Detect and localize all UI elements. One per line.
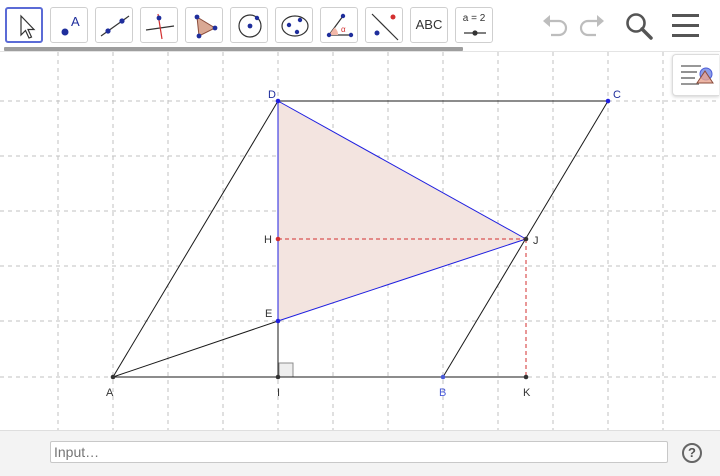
point-tool[interactable]: A — [50, 7, 88, 43]
point-e[interactable] — [275, 318, 281, 324]
label-c: C — [613, 89, 621, 101]
slider-icon — [464, 30, 486, 36]
svg-text:A: A — [71, 14, 80, 29]
point-b[interactable] — [440, 374, 446, 380]
right-angle-marker — [278, 362, 294, 378]
point-d[interactable] — [275, 98, 281, 104]
conic-tool[interactable] — [275, 7, 313, 43]
move-tool[interactable] — [5, 7, 43, 43]
point-c[interactable] — [605, 98, 611, 104]
perpendicular-icon — [145, 13, 175, 40]
graphics-view[interactable]: A I B K E H J D C — [0, 52, 720, 430]
search-button[interactable] — [621, 7, 657, 43]
point-k[interactable] — [523, 374, 529, 380]
line-through-points-icon — [100, 15, 130, 37]
ellipse-icon — [281, 15, 309, 37]
redo-icon — [579, 15, 604, 37]
line-tool[interactable] — [95, 7, 133, 43]
help-button[interactable]: ? — [682, 443, 702, 463]
angle-icon: α — [326, 13, 354, 38]
undo-button[interactable] — [537, 7, 573, 43]
label-h: H — [264, 234, 272, 246]
circle-center-point-icon — [238, 14, 262, 38]
label-a: A — [106, 387, 114, 399]
algebra-input[interactable] — [50, 441, 668, 463]
label-d: D — [268, 89, 276, 101]
point-a-icon: A — [61, 14, 80, 36]
style-bar-toggle-icon — [681, 65, 714, 85]
segment-ae[interactable] — [112, 320, 279, 378]
label-k: K — [523, 387, 531, 399]
point-i[interactable] — [275, 374, 281, 380]
point-a[interactable] — [110, 374, 116, 380]
svg-text:α: α — [341, 25, 346, 34]
label-j: J — [533, 235, 539, 247]
input-bar: ? — [0, 430, 720, 476]
slider-tool[interactable]: a = 2 — [455, 7, 493, 43]
circle-tool[interactable] — [230, 7, 268, 43]
segment-ad[interactable] — [112, 100, 279, 378]
style-bar-toggle-button[interactable] — [672, 54, 719, 96]
search-icon — [626, 13, 653, 40]
text-icon: ABC — [415, 17, 443, 32]
point-h[interactable] — [275, 236, 281, 242]
polygon-icon — [194, 14, 218, 39]
label-b: B — [439, 387, 446, 399]
redo-button[interactable] — [574, 7, 610, 43]
angle-tool[interactable]: α — [320, 7, 358, 43]
cursor-arrow-icon — [20, 14, 36, 39]
menu-button[interactable] — [668, 7, 704, 43]
hamburger-menu-icon — [672, 14, 699, 37]
toolbar: A α ABC a = 2 — [0, 0, 720, 51]
label-e: E — [265, 308, 272, 320]
text-tool[interactable]: ABC — [410, 7, 448, 43]
label-i: I — [277, 387, 280, 399]
polygon-tool[interactable] — [185, 7, 223, 43]
undo-icon — [543, 15, 568, 37]
point-j[interactable] — [523, 236, 529, 242]
perpendicular-line-tool[interactable] — [140, 7, 178, 43]
reflect-icon — [371, 13, 399, 41]
reflect-tool[interactable] — [365, 7, 403, 43]
